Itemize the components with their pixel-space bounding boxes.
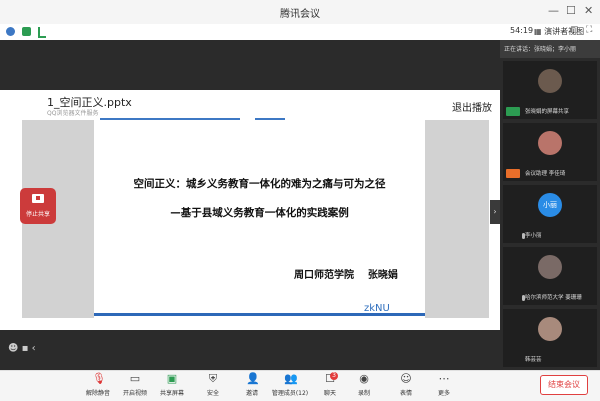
exit-presentation-button[interactable]: 退出播放	[452, 99, 492, 114]
screen-share-badge-icon	[506, 107, 520, 116]
share-screen-button[interactable]: ▣ 共享屏幕	[152, 373, 192, 401]
participant-name: 韩芸芸	[525, 357, 542, 363]
invite-button[interactable]: 👤 邀请	[232, 373, 272, 401]
security-label: 安全	[206, 390, 219, 397]
minimize-icon[interactable]: —	[548, 4, 559, 17]
participant-name: 李小丽	[525, 233, 542, 239]
manage-members-button[interactable]: 👥 管理成员(12)	[270, 373, 310, 401]
stage-controls: ☻ ▪ ‹	[8, 343, 36, 354]
members-icon: 👥	[284, 372, 298, 385]
record-button[interactable]: ◉ 录制	[344, 373, 384, 401]
signal-icon	[38, 27, 46, 38]
slide-top-rule	[100, 118, 240, 120]
meeting-info-bar: 54:19 ▦ 演讲者视图 ▢ ⛶	[0, 24, 600, 41]
shield-icon[interactable]	[22, 27, 31, 36]
layout-icon[interactable]: ▢	[570, 25, 579, 35]
info-icon[interactable]	[6, 27, 15, 36]
maximize-icon[interactable]: ☐	[566, 4, 576, 17]
security-button[interactable]: ⛨ 安全	[193, 373, 233, 401]
speaking-text: 正在讲话：张晓娟；李小丽	[504, 46, 577, 53]
meeting-toolbar: 🎙 解除静音 ▭ 开启视频 ▣ 共享屏幕 ⛨ 安全 👤 邀请 👥 管理成员(12…	[0, 370, 600, 401]
close-icon[interactable]: ✕	[584, 4, 593, 17]
shield-icon: ⛨	[208, 372, 218, 385]
host-badge-icon	[506, 169, 520, 178]
title-bar: 腾讯会议 — ☐ ✕	[0, 0, 600, 25]
more-dots-icon[interactable]: ▪	[22, 343, 29, 354]
more-button[interactable]: ⋯ 更多	[424, 373, 464, 401]
more-icon: ⋯	[438, 372, 450, 385]
share-screen-label: 共享屏幕	[159, 390, 184, 397]
collapse-panel-handle[interactable]: ›	[490, 200, 500, 224]
avatar	[538, 131, 562, 155]
slide-author: 周口师范学院 张晓娟	[294, 270, 398, 281]
participant-name: 会议助理 李佳琦	[525, 171, 566, 177]
start-video-label: 开启视频	[122, 390, 147, 397]
start-video-button[interactable]: ▭ 开启视频	[115, 373, 155, 401]
stop-share-label: 停止共享	[25, 211, 50, 218]
video-off-icon: ▭	[129, 372, 141, 385]
stop-share-button[interactable]: 停止共享	[20, 188, 56, 224]
participant-tile[interactable]: 会议助理 李佳琦	[503, 123, 597, 181]
unmute-label: 解除静音	[85, 390, 110, 397]
fullscreen-icon[interactable]: ⛶	[586, 25, 592, 35]
record-icon: ◉	[359, 372, 369, 385]
share-screen-icon: ▣	[166, 372, 178, 385]
record-label: 录制	[357, 390, 370, 397]
end-meeting-button[interactable]: 结束会议	[540, 375, 588, 395]
invite-icon: 👤	[246, 372, 260, 385]
slide-title-line2: —基于县域义务教育一体化的实践案例	[170, 207, 349, 219]
stop-share-icon	[32, 194, 44, 203]
participant-tile[interactable]: 张晓娟的屏幕共享	[503, 61, 597, 119]
avatar	[538, 255, 562, 279]
presentation-scrollbar[interactable]	[174, 325, 324, 328]
chevron-left-icon[interactable]: ‹	[32, 343, 36, 354]
avatar	[538, 317, 562, 341]
slide-title-line1: 空间正义：城乡义务教育一体化的难为之痛与可为之径	[133, 178, 386, 190]
avatar	[538, 69, 562, 93]
emoji-button[interactable]: ☺ 表情	[386, 373, 426, 401]
emoji-icon: ☺	[400, 372, 412, 385]
chat-bubble-icon[interactable]: ☻	[8, 343, 18, 354]
window-title: 腾讯会议	[280, 9, 320, 20]
invite-label: 邀请	[245, 390, 258, 397]
participant-tile[interactable]: 哈尔滨师范大学 姜珊珊	[503, 247, 597, 305]
unmute-button[interactable]: 🎙 解除静音	[78, 373, 118, 401]
emoji-label: 表情	[399, 390, 412, 397]
chat-unread-badge: 3	[330, 372, 338, 380]
avatar: 小丽	[538, 193, 562, 217]
more-label: 更多	[437, 390, 450, 397]
slide-bottom-rule	[94, 313, 425, 316]
meeting-timer: 54:19	[510, 26, 534, 35]
participant-name: 张晓娟的屏幕共享	[525, 109, 570, 115]
slide-margin-right	[425, 120, 489, 318]
slide-top-rule-accent	[255, 118, 285, 120]
speaking-indicator: 正在讲话：张晓娟；李小丽	[500, 40, 600, 58]
participant-name: 哈尔滨师范大学 姜珊珊	[525, 295, 582, 301]
document-source: QQ浏览器文件服务	[47, 110, 99, 117]
participant-tile[interactable]: 小丽 李小丽	[503, 185, 597, 243]
participant-tile[interactable]: 韩芸芸	[503, 309, 597, 367]
mic-muted-icon: 🎙	[92, 372, 106, 385]
manage-members-label: 管理成员(12)	[271, 390, 309, 397]
